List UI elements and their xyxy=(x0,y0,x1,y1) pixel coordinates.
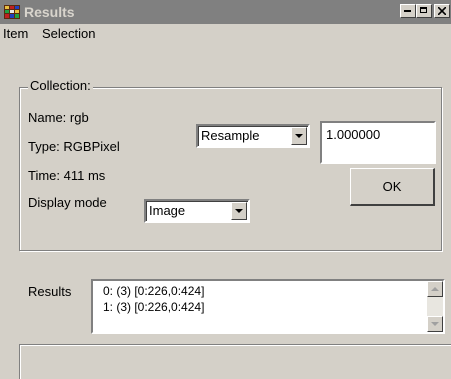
maximize-icon xyxy=(420,7,427,13)
scroll-down-button[interactable] xyxy=(427,316,443,332)
factor-value: 1.000000 xyxy=(326,127,381,142)
ok-button[interactable]: OK xyxy=(350,168,435,206)
results-list[interactable]: 0: (3) [0:226,0:424] 1: (3) [0:226,0:424… xyxy=(91,279,445,334)
window-title: Results xyxy=(24,4,75,20)
close-icon xyxy=(438,7,446,15)
name-label: Name: rgb xyxy=(28,110,89,125)
results-scrollbar[interactable] xyxy=(427,281,443,332)
menu-item-selection[interactable]: Selection xyxy=(42,26,95,41)
type-label: Type: RGBPixel xyxy=(28,139,120,154)
film-app-icon xyxy=(4,5,20,19)
chevron-down-icon[interactable] xyxy=(291,127,307,145)
list-item[interactable]: 1: (3) [0:226,0:424] xyxy=(103,300,204,314)
bottom-panel xyxy=(19,344,451,379)
minimize-icon xyxy=(404,10,411,12)
chevron-down-icon[interactable] xyxy=(231,202,247,220)
results-label: Results xyxy=(28,284,72,299)
arrow-up-icon xyxy=(431,287,439,291)
resample-value: Resample xyxy=(201,128,260,143)
maximize-button[interactable] xyxy=(416,4,432,18)
time-label: Time: 411 ms xyxy=(28,168,106,183)
display-mode-label: Display mode xyxy=(28,195,107,210)
menu-item-item[interactable]: Item xyxy=(3,26,28,41)
factor-input[interactable]: 1.000000 xyxy=(320,121,436,164)
list-item[interactable]: 0: (3) [0:226,0:424] xyxy=(103,284,204,298)
arrow-down-icon xyxy=(431,322,439,326)
resample-select[interactable]: Resample xyxy=(196,124,310,148)
minimize-button[interactable] xyxy=(400,4,416,18)
collection-legend: Collection: xyxy=(28,78,93,93)
scroll-up-button[interactable] xyxy=(427,281,443,297)
display-mode-value: Image xyxy=(149,203,186,218)
display-mode-select[interactable]: Image xyxy=(144,199,250,223)
close-button[interactable] xyxy=(434,4,450,18)
